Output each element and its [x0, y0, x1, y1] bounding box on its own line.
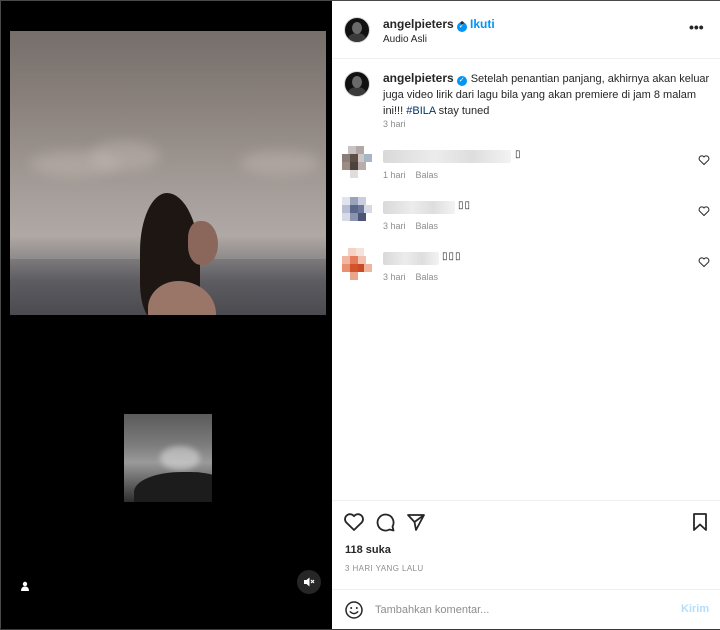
follow-button[interactable]: Ikuti: [470, 17, 495, 31]
blurred-username[interactable]: [383, 252, 439, 265]
comment-meta: 3 hari Balas: [383, 221, 448, 231]
avatar[interactable]: [342, 197, 372, 227]
verified-badge-icon: ✓: [456, 76, 467, 86]
comment-item: ▯▯ 3 hari Balas: [332, 197, 720, 241]
comment-time: 1 hari: [383, 170, 406, 180]
comment-composer: Kirim: [332, 589, 720, 630]
reply-button[interactable]: Balas: [416, 221, 439, 231]
post-header: angelpieters ✓ • Ikuti Audio Asli •••: [332, 1, 720, 59]
heart-icon[interactable]: [343, 511, 365, 533]
post-photo[interactable]: [10, 31, 326, 315]
blurred-username[interactable]: [383, 201, 455, 214]
comment-like-heart-icon[interactable]: [698, 205, 710, 217]
post-dialog: angelpieters ✓ • Ikuti Audio Asli ••• ang…: [0, 0, 720, 629]
user-tag-icon[interactable]: [13, 574, 37, 598]
caption-tail: stay tuned: [435, 105, 490, 117]
comment-like-heart-icon[interactable]: [698, 256, 710, 268]
avatar[interactable]: [344, 17, 370, 43]
more-options-icon[interactable]: •••: [689, 19, 704, 35]
smiley-icon[interactable]: [344, 600, 364, 620]
comment-item: ▯ 1 hari Balas: [332, 146, 720, 190]
post-details-panel: angelpieters ✓ • Ikuti Audio Asli ••• ang…: [332, 1, 720, 629]
separator-dot: •: [460, 16, 465, 30]
comment-time: 3 hari: [383, 272, 406, 282]
avatar[interactable]: [344, 71, 370, 97]
comment-meta: 1 hari Balas: [383, 170, 448, 180]
media-panel: [1, 1, 332, 629]
reply-button[interactable]: Balas: [416, 170, 439, 180]
paper-plane-icon[interactable]: [405, 511, 427, 533]
comment-text: ▯▯: [458, 200, 472, 211]
bookmark-icon[interactable]: [689, 511, 711, 533]
like-count[interactable]: 118 suka: [345, 544, 391, 556]
caption-time: 3 hari: [383, 119, 406, 129]
speaker-muted-icon[interactable]: [297, 570, 321, 594]
hashtag-link[interactable]: #BILA: [406, 105, 435, 117]
avatar[interactable]: [342, 146, 372, 178]
audio-link[interactable]: Audio Asli: [383, 34, 427, 45]
comment-text: ▯▯▯: [442, 251, 462, 262]
video-thumbnail[interactable]: [124, 414, 212, 502]
caption-text: angelpieters ✓ Setelah penantian panjang, …: [383, 70, 713, 119]
reply-button[interactable]: Balas: [416, 272, 439, 282]
comment-icon[interactable]: [374, 511, 396, 533]
comment-item: ▯▯▯ 3 hari Balas: [332, 248, 720, 292]
send-comment-button[interactable]: Kirim: [681, 603, 709, 615]
avatar[interactable]: [342, 248, 372, 280]
comment-input[interactable]: [375, 602, 665, 618]
post-actions-section: 118 suka 3 HARI YANG LALU Kirim: [332, 500, 720, 629]
author-username[interactable]: angelpieters ✓: [383, 17, 467, 32]
post-timestamp: 3 HARI YANG LALU: [345, 564, 424, 573]
comment-like-heart-icon[interactable]: [698, 154, 710, 166]
comment-meta: 3 hari Balas: [383, 272, 448, 282]
caption-username[interactable]: angelpieters: [383, 71, 454, 85]
comment-time: 3 hari: [383, 221, 406, 231]
comment-text: ▯: [515, 149, 522, 160]
person-face: [188, 221, 218, 265]
blurred-username[interactable]: [383, 150, 511, 163]
